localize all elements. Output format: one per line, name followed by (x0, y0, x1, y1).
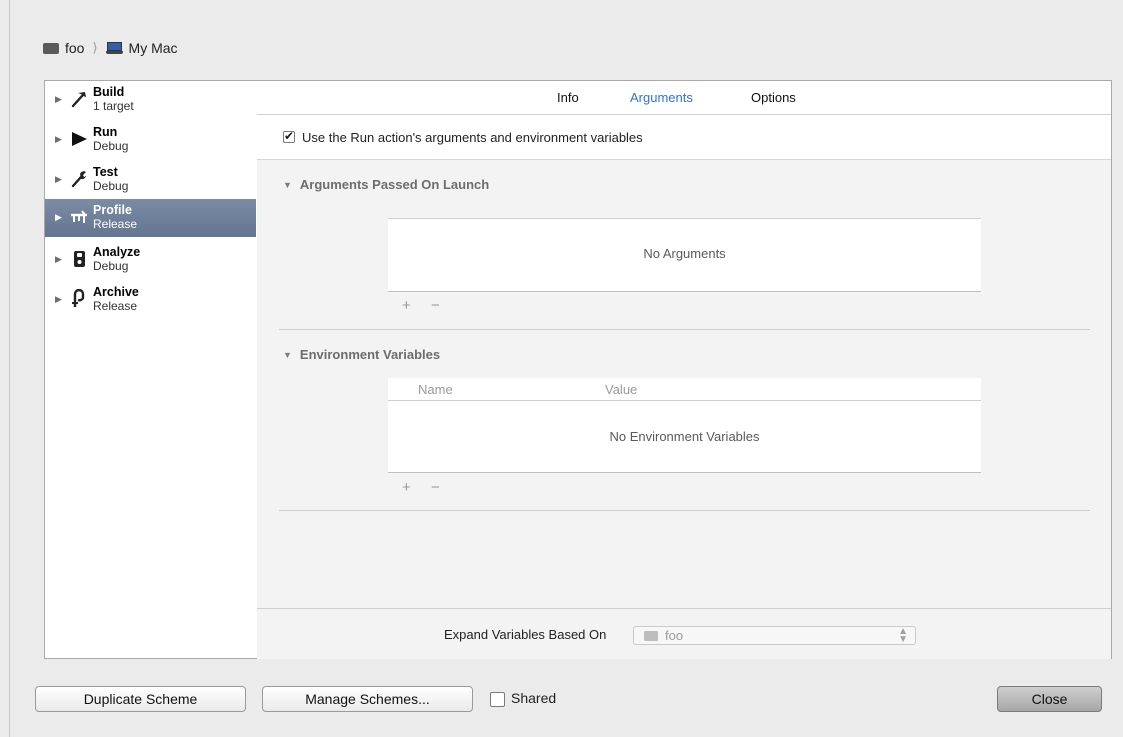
scheme-editor-sheet: foo ⟩ My Mac ▶ Build 1 target ▶ Run Debu… (9, 0, 1123, 737)
sidebar-item-label: Build (93, 85, 125, 99)
analyze-icon (74, 251, 85, 267)
disclosure-triangle-icon[interactable]: ▶ (55, 254, 62, 265)
sidebar-item-label: Archive (93, 285, 139, 299)
arguments-section-header[interactable]: ▼ Arguments Passed On Launch (283, 177, 489, 192)
instruments-icon (71, 210, 87, 223)
sidebar-item-profile[interactable]: ▶ Profile Release (45, 199, 256, 237)
breadcrumb: foo ⟩ My Mac (43, 38, 178, 58)
tab-info[interactable]: Info (557, 90, 579, 105)
mac-icon (105, 42, 123, 54)
chevron-right-icon: ⟩ (92, 40, 98, 55)
tab-arguments[interactable]: Arguments (630, 90, 693, 105)
env-empty-text: No Environment Variables (609, 429, 760, 444)
remove-env-var-button[interactable]: − (431, 479, 440, 496)
wrench-icon (71, 171, 86, 188)
shared-checkbox[interactable] (490, 692, 505, 707)
section-divider (279, 510, 1090, 511)
disclosure-triangle-icon[interactable]: ▶ (55, 134, 62, 145)
sidebar-item-sub: Release (93, 217, 138, 231)
sidebar-item-sub: Debug (93, 259, 129, 273)
remove-argument-button[interactable]: − (431, 297, 440, 314)
arguments-empty-text: No Arguments (643, 246, 726, 261)
use-run-args-checkbox[interactable] (283, 129, 295, 143)
close-button[interactable]: Close (997, 686, 1102, 712)
sidebar-item-label: Test (93, 165, 118, 179)
disclosure-triangle-icon[interactable]: ▶ (55, 294, 62, 305)
sidebar-item-build[interactable]: ▶ Build 1 target (45, 81, 256, 119)
expand-variables-value: foo (665, 628, 684, 643)
sidebar-item-label: Run (93, 125, 118, 139)
tab-bar: Info Arguments Options (257, 81, 1111, 115)
sidebar-item-analyze[interactable]: ▶ Analyze Debug (45, 241, 256, 279)
sidebar-item-sub: Debug (93, 179, 129, 193)
expand-variables-label: Expand Variables Based On (444, 627, 607, 642)
sidebar-item-label: Analyze (93, 245, 141, 259)
env-col-value[interactable]: Value (605, 382, 637, 397)
manage-schemes-button[interactable]: Manage Schemes... (262, 686, 473, 712)
updown-arrows-icon: ▲ ▼ (898, 626, 908, 645)
arguments-section-title: Arguments Passed On Launch (299, 177, 490, 192)
sidebar-item-sub: Debug (93, 139, 129, 153)
add-argument-button[interactable]: + (402, 297, 411, 314)
scheme-editor-frame: ▶ Build 1 target ▶ Run Debug ▶ Test Debu… (44, 80, 1112, 659)
section-divider (279, 329, 1090, 330)
sidebar-item-archive[interactable]: ▶ Archive Release (45, 281, 256, 319)
disclosure-triangle-icon[interactable]: ▶ (55, 212, 62, 223)
sidebar-item-run[interactable]: ▶ Run Debug (45, 121, 256, 159)
action-sidebar: ▶ Build 1 target ▶ Run Debug ▶ Test Debu… (45, 81, 258, 658)
hammer-icon (71, 92, 86, 108)
use-run-args-row: Use the Run action's arguments and envir… (257, 115, 1111, 160)
sidebar-item-test[interactable]: ▶ Test Debug (45, 161, 256, 199)
env-section-header[interactable]: ▼ Environment Variables (283, 347, 440, 362)
use-run-args-label: Use the Run action's arguments and envir… (302, 130, 643, 145)
project-icon (43, 42, 59, 54)
duplicate-scheme-button[interactable]: Duplicate Scheme (35, 686, 246, 712)
sidebar-item-sub: Release (93, 299, 138, 313)
disclosure-down-icon: ▼ (283, 180, 292, 190)
env-table-header: Name Value (388, 378, 981, 401)
breadcrumb-project[interactable]: foo (65, 40, 84, 56)
env-table[interactable]: Name Value No Environment Variables (388, 378, 981, 473)
disclosure-triangle-icon[interactable]: ▶ (55, 94, 62, 105)
env-section-title: Environment Variables (299, 347, 441, 362)
disclosure-down-icon: ▼ (283, 350, 292, 360)
breadcrumb-destination[interactable]: My Mac (129, 40, 178, 56)
sidebar-item-sub: 1 target (93, 99, 134, 113)
shared-label: Shared (511, 690, 557, 706)
expand-variables-popup[interactable]: foo ▲ ▼ (633, 626, 916, 645)
tab-options[interactable]: Options (751, 90, 796, 105)
env-col-name[interactable]: Name (418, 382, 453, 397)
project-icon (644, 631, 658, 641)
sidebar-item-label: Profile (93, 203, 132, 217)
add-env-var-button[interactable]: + (402, 479, 411, 496)
action-detail-pane: Info Arguments Options Use the Run actio… (257, 81, 1111, 659)
expand-variables-row: Expand Variables Based On foo ▲ ▼ (257, 608, 1111, 659)
archive-icon (72, 289, 85, 307)
disclosure-triangle-icon[interactable]: ▶ (55, 174, 62, 185)
arguments-table[interactable]: No Arguments (388, 218, 981, 292)
play-icon (72, 132, 87, 146)
